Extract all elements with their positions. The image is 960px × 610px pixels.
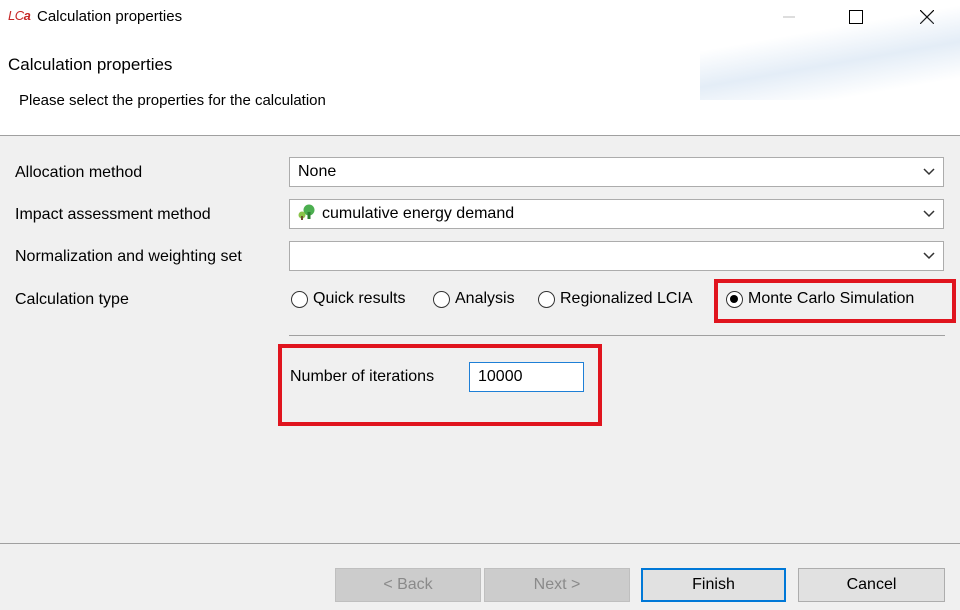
radio-label: Regionalized LCIA <box>560 290 693 307</box>
button-bar-separator <box>0 543 960 544</box>
close-button[interactable] <box>904 0 950 34</box>
chevron-down-icon <box>923 210 935 218</box>
openlca-app-icon: LCa <box>8 8 31 23</box>
page-description: Please select the properties for the cal… <box>19 92 326 109</box>
impact-method-select[interactable]: cumulative energy demand <box>289 199 944 229</box>
chevron-down-icon <box>923 252 935 260</box>
allocation-method-label: Allocation method <box>15 164 143 181</box>
impact-method-label: Impact assessment method <box>15 206 211 223</box>
separator <box>289 335 945 336</box>
impact-method-icon <box>298 204 316 225</box>
chevron-down-icon <box>923 168 935 176</box>
iterations-label: Number of iterations <box>290 368 435 385</box>
finish-button[interactable]: Finish <box>641 568 786 602</box>
normalization-label: Normalization and weighting set <box>15 248 242 265</box>
maximize-icon <box>849 10 863 24</box>
minimize-icon <box>783 16 795 18</box>
page-title: Calculation properties <box>8 55 173 74</box>
radio-label: Quick results <box>313 290 406 307</box>
cancel-button[interactable]: Cancel <box>798 568 945 602</box>
radio-circle-icon <box>538 290 555 308</box>
window-title: Calculation properties <box>37 8 183 25</box>
next-button[interactable]: Next > <box>484 568 630 602</box>
radio-monte-carlo[interactable]: Monte Carlo Simulation <box>726 287 914 311</box>
radio-checked-icon <box>726 290 743 308</box>
radio-label: Analysis <box>455 290 515 307</box>
radio-quick-results[interactable]: Quick results <box>291 287 405 311</box>
impact-method-value: cumulative energy demand <box>322 205 515 222</box>
allocation-method-value: None <box>298 163 337 180</box>
back-button[interactable]: < Back <box>335 568 481 602</box>
radio-circle-icon <box>433 290 450 308</box>
iterations-input[interactable] <box>469 362 584 392</box>
normalization-select[interactable] <box>289 241 944 271</box>
title-bar: LCa Calculation properties <box>0 0 960 36</box>
close-icon <box>920 10 934 24</box>
allocation-method-select[interactable]: None <box>289 157 944 187</box>
calculation-type-label: Calculation type <box>15 291 129 308</box>
minimize-button[interactable] <box>766 0 812 34</box>
radio-label: Monte Carlo Simulation <box>748 290 915 307</box>
radio-circle-icon <box>291 290 308 308</box>
radio-regionalized-lcia[interactable]: Regionalized LCIA <box>538 287 693 311</box>
radio-analysis[interactable]: Analysis <box>433 287 515 311</box>
wizard-header: Calculation properties Please select the… <box>0 0 960 136</box>
maximize-button[interactable] <box>833 0 879 34</box>
